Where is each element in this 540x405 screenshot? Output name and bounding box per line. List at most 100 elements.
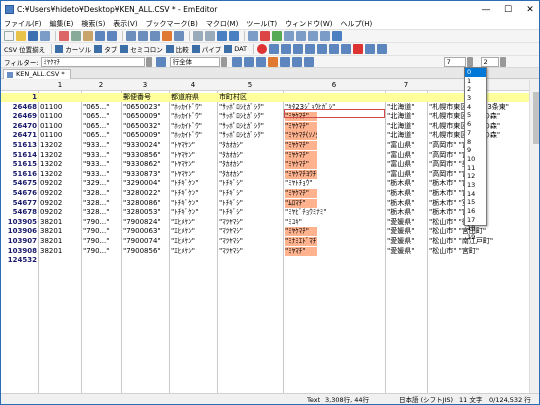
cell[interactable]: "790..."	[83, 247, 121, 256]
split-column-icon[interactable]	[341, 44, 351, 54]
dropdown-option[interactable]: 7	[465, 129, 486, 138]
advanced-icon[interactable]	[291, 56, 302, 67]
join-icon[interactable]	[329, 44, 339, 54]
cell[interactable]: "ﾄﾁｷﾞｹﾝ"	[171, 199, 217, 208]
menu-tools[interactable]: ツール(T)	[246, 19, 277, 29]
cell[interactable]: "ﾄﾁｷﾞｼ"	[219, 189, 283, 198]
cell[interactable]: "栃木県"	[387, 179, 427, 188]
replace-icon[interactable]	[162, 31, 172, 41]
dropdown-option[interactable]: 2	[465, 85, 486, 94]
cell[interactable]: "ｴﾋﾒｹﾝ"	[171, 218, 217, 227]
menu-help[interactable]: ヘルプ(H)	[340, 19, 372, 29]
cell[interactable]: "ﾀｶｵｶｼ"	[219, 170, 283, 179]
cell[interactable]: "0650023"	[123, 103, 169, 112]
cell[interactable]: "北海道"	[387, 112, 427, 121]
cell[interactable]: 01100	[40, 122, 80, 131]
cell[interactable]: 09202	[40, 208, 80, 217]
column-header[interactable]: 3	[121, 80, 169, 91]
compare-mode-button[interactable]: 比較	[165, 44, 189, 54]
menu-search[interactable]: 検索(S)	[81, 19, 105, 29]
cell[interactable]: "ﾑﾛﾏﾁ"	[285, 198, 317, 208]
table-row[interactable]: 26468 01100 "065..." "0650023" "ﾎｯｶｲﾄﾞｳ" "ｻｯﾎ…	[1, 103, 529, 112]
run-icon[interactable]	[272, 31, 282, 41]
cell[interactable]: 01100	[40, 103, 80, 112]
cell[interactable]: 09202	[40, 189, 80, 198]
column-header[interactable]: 6	[283, 80, 385, 91]
menu-view[interactable]: 表示(V)	[113, 19, 137, 29]
cell[interactable]: "ﾄﾁｷﾞｹﾝ"	[171, 179, 217, 188]
cell[interactable]: 09202	[40, 199, 80, 208]
window-icon[interactable]	[308, 31, 318, 41]
cell[interactable]: "ﾄﾁｷﾞｼ"	[219, 199, 283, 208]
cell[interactable]: 13202	[40, 160, 80, 169]
cell[interactable]: "9330024"	[123, 141, 169, 150]
paste-icon[interactable]	[83, 31, 93, 41]
dropdown-option[interactable]: 4	[465, 103, 486, 112]
table-row[interactable]: 51616 13202 "933..." "9330873" "ﾄﾔﾏｹﾝ" "ﾀｶｵｶｼ…	[1, 169, 529, 179]
whole-word-icon[interactable]	[243, 56, 254, 67]
dropdown-option[interactable]: 9	[465, 146, 486, 155]
dropdown-option[interactable]: 15	[465, 198, 486, 207]
cell[interactable]: 09202	[40, 179, 80, 188]
cell[interactable]: "3280053"	[123, 208, 169, 217]
table-row[interactable]: 103905 38201 "790..." "7900824" "ｴﾋﾒｹﾝ" "ﾏﾂﾔﾏ…	[1, 218, 529, 227]
table-row[interactable]: 26470 01100 "065..." "0650032" "ﾎｯｶｲﾄﾞｳ" "ｻｯﾎ…	[1, 121, 529, 131]
cell[interactable]: "9330862"	[123, 160, 169, 169]
maximize-button[interactable]: ☐	[497, 1, 519, 18]
dropdown-option[interactable]: 1	[465, 77, 486, 86]
cell[interactable]: "ｴﾋﾒｹﾝ"	[171, 227, 217, 236]
negative-icon[interactable]	[267, 56, 278, 67]
open-folder-icon[interactable]	[16, 31, 26, 41]
cell[interactable]: "愛媛県"	[387, 237, 427, 246]
dropdown-option[interactable]: 0	[465, 68, 486, 77]
cell[interactable]: "3280086"	[123, 199, 169, 208]
cell[interactable]: 38201	[40, 237, 80, 246]
filter-apply-icon[interactable]	[155, 56, 166, 67]
csv-align-button[interactable]: CSV 位置揃え	[4, 44, 45, 54]
dropdown-option[interactable]: 16	[465, 207, 486, 216]
cell[interactable]: "北海道"	[387, 103, 427, 112]
search-icon[interactable]	[126, 31, 136, 41]
dropdown-option[interactable]: 8	[465, 138, 486, 147]
cell[interactable]: "7900856"	[123, 247, 169, 256]
filter-icon[interactable]	[174, 31, 184, 41]
cell[interactable]: "328..."	[83, 189, 121, 198]
cell[interactable]: "ﾐﾔｹﾏﾁ"	[285, 141, 317, 150]
export-icon[interactable]	[365, 44, 375, 54]
dropdown-arrow-icon[interactable]	[220, 56, 227, 67]
stop-icon[interactable]	[257, 44, 267, 54]
cell[interactable]: "ﾎｯｶｲﾄﾞｳ"	[171, 122, 217, 131]
dropdown-option[interactable]: 18	[465, 224, 486, 233]
cell[interactable]: "ﾐﾔﾏﾁ"	[285, 246, 317, 256]
redo-icon[interactable]	[107, 31, 117, 41]
column-header[interactable]: 4	[169, 80, 217, 91]
menu-edit[interactable]: 編集(E)	[50, 19, 74, 29]
menu-file[interactable]: ファイル(F)	[4, 19, 42, 29]
cell[interactable]: "790..."	[83, 218, 121, 227]
cell[interactable]: "065..."	[83, 112, 121, 121]
cell[interactable]: "ﾄﾔﾏｹﾝ"	[171, 170, 217, 179]
cell[interactable]: "北海道"	[387, 131, 427, 140]
record-icon[interactable]	[260, 31, 270, 41]
dropdown-option[interactable]: 19	[465, 233, 486, 242]
cell[interactable]: "ﾀｶｵｶｼ"	[219, 160, 283, 169]
table-row[interactable]: 51615 13202 "933..." "9330862" "ﾄﾔﾏｹﾝ" "ﾀｶｵｶｼ…	[1, 160, 529, 170]
cell[interactable]: "ﾐﾔﾋﾞﾁｮｳﾐﾅﾐ"	[285, 208, 385, 217]
cell[interactable]: "ﾐﾅﾐｴﾄﾞﾏﾁ"	[285, 237, 317, 246]
cell[interactable]: "ﾎｯｶｲﾄﾞｳ"	[171, 103, 217, 112]
cell[interactable]: "ﾄﾔﾏｹﾝ"	[171, 151, 217, 160]
escape-icon[interactable]	[279, 56, 290, 67]
delete-column-icon[interactable]	[317, 44, 327, 54]
cell[interactable]: "ﾐﾔｹﾏﾁﾖｳﾁ"	[285, 169, 317, 179]
column-header[interactable]: 1	[39, 80, 81, 91]
convert-icon[interactable]	[353, 44, 363, 54]
vertical-scrollbar[interactable]	[529, 80, 539, 393]
cell[interactable]: 13202	[40, 141, 80, 150]
dropdown-option[interactable]: 14	[465, 190, 486, 199]
regex-icon[interactable]	[255, 56, 266, 67]
cell[interactable]: 38201	[40, 247, 80, 256]
cell[interactable]: "7900824"	[123, 218, 169, 227]
filter-list-icon[interactable]	[303, 56, 314, 67]
dropdown-option[interactable]: 6	[465, 120, 486, 129]
table-row[interactable]: 54678 09202 "328..." "3280053" "ﾄﾁｷﾞｹﾝ" "ﾄﾁｷﾞ…	[1, 208, 529, 217]
